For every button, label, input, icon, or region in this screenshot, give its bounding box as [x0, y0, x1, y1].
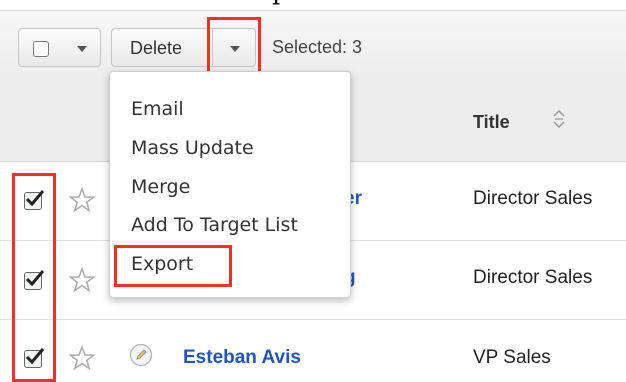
caption-fragment: p	[0, 0, 626, 10]
caption-text: p	[272, 0, 289, 6]
name-link[interactable]: Esteban Avis	[183, 347, 301, 369]
star-icon[interactable]	[68, 266, 96, 294]
menu-item-merge[interactable]: Merge	[131, 176, 190, 198]
select-all-dropdown[interactable]	[18, 28, 101, 67]
table-row[interactable]: Esteban Avis VP Sales	[0, 320, 626, 382]
actions-caret-highlight	[207, 17, 261, 77]
checkbox-column-highlight	[12, 173, 56, 382]
export-highlight	[114, 245, 232, 287]
chevron-down-icon[interactable]	[77, 46, 87, 52]
menu-item-add-to-target-list[interactable]: Add To Target List	[131, 214, 298, 236]
menu-item-email[interactable]: Email	[131, 98, 184, 120]
title-cell: Director Sales	[473, 267, 593, 288]
menu-item-mass-update[interactable]: Mass Update	[131, 137, 254, 159]
checkbox-icon[interactable]	[33, 41, 49, 57]
delete-button-label[interactable]: Delete	[130, 38, 182, 59]
star-icon[interactable]	[68, 186, 96, 214]
sort-icon[interactable]	[552, 108, 566, 128]
column-header-title[interactable]: Title	[473, 112, 510, 133]
title-cell: Director Sales	[473, 188, 593, 209]
title-cell: VP Sales	[473, 347, 551, 368]
star-icon[interactable]	[68, 344, 96, 372]
pencil-icon[interactable]	[129, 343, 153, 367]
selected-count: Selected: 3	[272, 37, 363, 57]
